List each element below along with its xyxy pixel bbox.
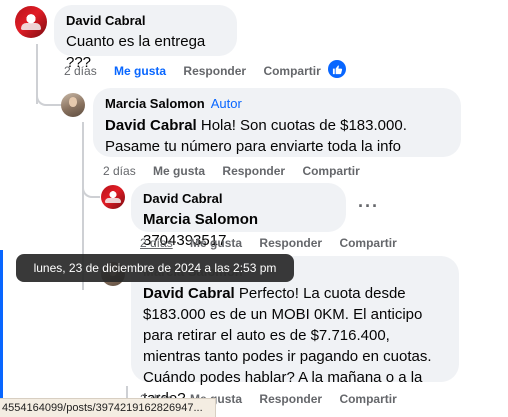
share-button[interactable]: Compartir bbox=[339, 236, 396, 250]
reply-button[interactable]: Responder bbox=[222, 164, 285, 178]
timestamp-tooltip: lunes, 23 de diciembre de 2024 a las 2:5… bbox=[16, 254, 294, 282]
mention-link[interactable]: Marcia Salomon bbox=[143, 211, 258, 228]
comment-body: Perfecto! La cuota desde $183.000 es de … bbox=[143, 285, 432, 407]
share-button[interactable]: Compartir bbox=[263, 64, 320, 78]
like-button[interactable]: Me gusta bbox=[153, 164, 205, 178]
reply-button[interactable]: Responder bbox=[259, 236, 322, 250]
avatar[interactable] bbox=[15, 6, 47, 38]
comment-bubble: Marcia Salomon Autor David Cabral Hola! S… bbox=[93, 88, 461, 157]
comment-time[interactable]: 2 días bbox=[64, 64, 97, 78]
comment-time[interactable]: 2 días bbox=[140, 236, 173, 250]
reply-button[interactable]: Responder bbox=[183, 64, 246, 78]
mention-link[interactable]: David Cabral bbox=[143, 285, 235, 302]
comment-time[interactable]: 2 días bbox=[103, 164, 136, 178]
comment-actions: 2 días Me gusta Responder Compartir bbox=[140, 236, 411, 250]
comment-bubble: David Cabral Cuanto es la entrega ??? bbox=[54, 5, 237, 71]
reply-button[interactable]: Responder bbox=[259, 392, 322, 406]
comment-bubble: David Cabral Marcia Salomon 3704393517 bbox=[131, 183, 346, 249]
mention-link[interactable]: David Cabral bbox=[105, 117, 197, 134]
share-button[interactable]: Compartir bbox=[339, 392, 396, 406]
link-status-bar: 4554164099/posts/39742191628269​47... bbox=[0, 398, 216, 417]
like-button[interactable]: Me gusta bbox=[190, 236, 242, 250]
comment-author[interactable]: David Cabral bbox=[143, 191, 334, 207]
focus-accent bbox=[0, 250, 3, 400]
comment-actions: 2 días Me gusta Responder Compartir bbox=[103, 164, 374, 178]
comment-author[interactable]: David Cabral bbox=[66, 13, 225, 29]
share-button[interactable]: Compartir bbox=[302, 164, 359, 178]
more-options-icon[interactable]: ··· bbox=[358, 196, 379, 217]
author-badge: Autor bbox=[210, 96, 242, 111]
comment-text: David Cabral Hola! Son cuotas de $183.00… bbox=[105, 115, 449, 157]
comment-header: Marcia Salomon Autor bbox=[105, 96, 449, 112]
thread-elbow-1 bbox=[36, 86, 62, 106]
comment-author[interactable]: Marcia Salomon bbox=[105, 96, 205, 111]
comment-text: David Cabral Perfecto! La cuota desde $1… bbox=[143, 283, 447, 409]
avatar[interactable] bbox=[101, 185, 125, 209]
like-button[interactable]: Me gusta bbox=[114, 64, 166, 78]
avatar[interactable] bbox=[61, 93, 85, 117]
thread-elbow-2 bbox=[82, 178, 100, 198]
comment-actions: 2 días Me gusta Responder Compartir bbox=[64, 64, 335, 78]
thumbs-up-icon[interactable] bbox=[328, 60, 346, 78]
